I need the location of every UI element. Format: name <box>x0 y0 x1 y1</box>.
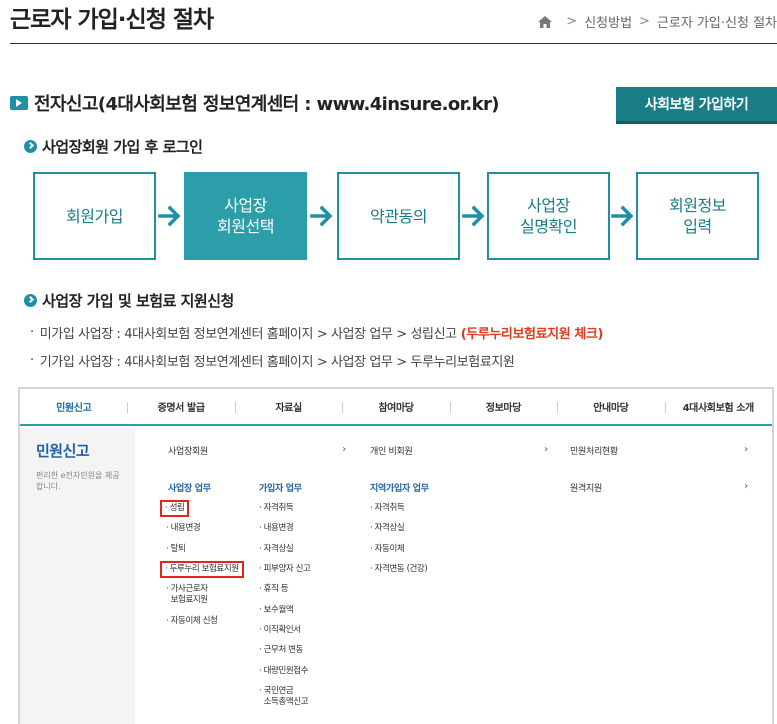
step-terms: 약관동의 <box>337 172 460 260</box>
section-heading: 전자신고(4대사회보험 정보연계센터 : www.4insure.or.kr) <box>10 90 499 116</box>
nav-participation[interactable]: 참여마당 <box>342 389 449 424</box>
nav-guide[interactable]: 안내마당 <box>557 389 664 424</box>
nav-information[interactable]: 정보마당 <box>449 389 557 424</box>
item-reg-change[interactable]: · 자격변동 (건강) <box>370 564 428 575</box>
item-acquire[interactable]: · 자격취득 <box>259 503 294 514</box>
col-regional-head: 지역가입자 업무 <box>370 484 429 494</box>
breadcrumb-separator: > <box>639 14 650 29</box>
apply-instructions: · 미가입 사업장 : 4대사회보험 정보연계센터 홈페이지 > 사업장 업무 … <box>30 318 603 374</box>
left-panel-title: 민원신고 <box>36 442 90 460</box>
join-social-insurance-button[interactable]: 사회보험 가입하기 <box>616 87 777 124</box>
menu-status-label: 민원처리현황 <box>570 447 618 457</box>
menu-personal-member[interactable]: 개인 비회원 › <box>370 444 548 457</box>
left-panel-desc: 편리한 e전자민원을 제공합니다. <box>36 471 120 491</box>
menu-business-member-label: 사업장회원 <box>168 447 208 457</box>
step-select-business-line1: 사업장 <box>224 196 267 215</box>
nav-certificate[interactable]: 증명서 발급 <box>127 389 234 424</box>
site-left-panel: 민원신고 편리한 e전자민원을 제공합니다. <box>20 428 135 724</box>
step-select-business-line2: 회원선택 <box>217 217 274 236</box>
item-reg-loss[interactable]: · 자격상실 <box>370 523 405 534</box>
subheading-apply: 사업장 가입 및 보험료 지원신청 <box>24 290 234 311</box>
item-reg-auto[interactable]: · 자동이체 <box>370 544 405 555</box>
step-member-info-line1: 회원정보 <box>669 196 726 215</box>
col-subscriber-head: 가입자 업무 <box>259 484 302 494</box>
menu-remote-label: 원격지원 <box>570 484 602 494</box>
website-screenshot: 민원신고 증명서 발급 자료실 참여마당 정보마당 안내마당 4대사회보험 소개… <box>18 387 774 724</box>
step-verify-business: 사업장 실명확인 <box>487 172 610 260</box>
item-durunuri[interactable]: · 두루누리 보험료지원 <box>160 561 244 578</box>
chevron-right-icon: › <box>744 481 748 492</box>
menu-remote[interactable]: 원격지원 › <box>570 481 748 494</box>
arrow-right-icon <box>611 205 634 227</box>
breadcrumb-separator: > <box>566 14 578 29</box>
subheading-login: 사업장회원 가입 후 로그인 <box>24 136 203 157</box>
item-auto-transfer[interactable]: · 자동이체 신청 <box>166 616 218 627</box>
instruction-new-business: · 미가입 사업장 : 4대사회보험 정보연계센터 홈페이지 > 사업장 업무 … <box>30 324 604 342</box>
section-title: 전자신고(4대사회보험 정보연계센터 : www.4insure.or.kr) <box>34 94 499 115</box>
arrow-right-icon <box>158 205 181 227</box>
home-icon[interactable] <box>537 15 553 29</box>
arrow-right-icon <box>310 205 333 227</box>
item-loss[interactable]: · 자격상실 <box>259 544 294 555</box>
subheading-apply-text: 사업장 가입 및 보험료 지원신청 <box>42 292 234 310</box>
instruction-existing-business-text: 기가입 사업장 : 4대사회보험 정보연계센터 홈페이지 > 사업장 업무 > … <box>39 354 515 370</box>
menu-business-member[interactable]: 사업장회원 › <box>168 444 346 457</box>
item-domestic-worker[interactable]: · 가사근로자 보험료지원 <box>166 584 208 606</box>
site-top-nav: 민원신고 증명서 발급 자료실 참여마당 정보마당 안내마당 4대사회보험 소개 <box>20 389 772 426</box>
step-signup: 회원가입 <box>33 172 156 260</box>
step-verify-business-line2: 실명확인 <box>520 217 577 236</box>
menu-personal-member-label: 개인 비회원 <box>370 447 413 457</box>
breadcrumb-item-method[interactable]: 신청방법 <box>584 12 632 31</box>
item-workplace-change[interactable]: · 근무처 변동 <box>259 645 303 656</box>
step-signup-label: 회원가입 <box>66 206 123 226</box>
arrow-right-icon <box>462 205 485 227</box>
item-leave[interactable]: · 휴직 등 <box>259 584 289 595</box>
item-pension-income[interactable]: · 국민연금 소득총액신고 <box>259 686 309 708</box>
title-divider <box>10 43 777 44</box>
subheading-login-text: 사업장회원 가입 후 로그인 <box>42 138 203 156</box>
breadcrumb: > 신청방법 > 근로자 가입·신청 절차 <box>537 12 777 31</box>
chevron-right-icon: › <box>342 444 346 455</box>
step-select-business: 사업장 회원선택 <box>184 172 307 260</box>
chevron-circle-icon <box>24 140 37 153</box>
instruction-highlight: (두루누리보험료지원 체크) <box>460 326 604 342</box>
breadcrumb-item-current[interactable]: 근로자 가입·신청 절차 <box>657 12 777 31</box>
step-terms-label: 약관동의 <box>370 206 427 226</box>
item-establish[interactable]: · 성립 <box>160 500 190 517</box>
item-reg-acquire[interactable]: · 자격취득 <box>370 503 405 514</box>
nav-complaint[interactable]: 민원신고 <box>20 389 127 424</box>
play-square-icon <box>10 96 28 110</box>
item-monthly-pay[interactable]: · 보수월액 <box>259 605 294 616</box>
item-sub-change[interactable]: · 내용변경 <box>259 523 294 534</box>
chevron-right-icon: › <box>544 444 548 455</box>
chevron-circle-icon <box>24 294 37 307</box>
nav-about[interactable]: 4대사회보험 소개 <box>664 389 772 424</box>
item-bulk[interactable]: · 대량민원접수 <box>259 666 309 677</box>
menu-status[interactable]: 민원처리현황 › <box>570 444 748 457</box>
step-member-info: 회원정보 입력 <box>636 172 759 260</box>
step-member-info-line2: 입력 <box>683 217 712 236</box>
nav-resources[interactable]: 자료실 <box>234 389 342 424</box>
instruction-new-business-text: 미가입 사업장 : 4대사회보험 정보연계센터 홈페이지 > 사업장 업무 > … <box>39 326 457 342</box>
item-withdraw[interactable]: · 탈퇴 <box>166 544 186 555</box>
page-title: 근로자 가입·신청 절차 <box>10 7 214 33</box>
col-business-head: 사업장 업무 <box>168 484 211 494</box>
item-dependent[interactable]: · 피부양자 신고 <box>259 564 311 575</box>
instruction-existing-business: · 기가입 사업장 : 4대사회보험 정보연계센터 홈페이지 > 사업장 업무 … <box>30 352 515 370</box>
chevron-right-icon: › <box>744 444 748 455</box>
item-separation[interactable]: · 이직확인서 <box>259 625 301 636</box>
item-biz-change[interactable]: · 내용변경 <box>166 523 201 534</box>
step-verify-business-line1: 사업장 <box>527 196 570 215</box>
process-steps: 회원가입 사업장 회원선택 약관동의 사업장 실명확인 회원정보 입력 <box>33 172 759 260</box>
